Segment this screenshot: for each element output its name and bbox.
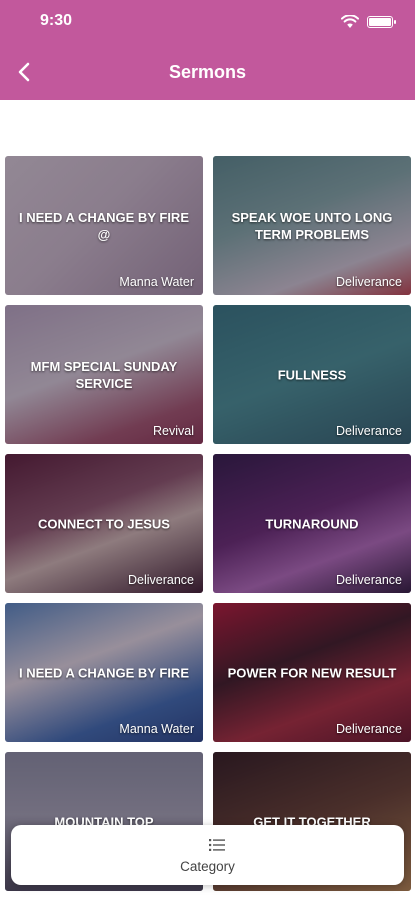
sermon-card[interactable]: FULLNESS Deliverance: [213, 305, 411, 444]
sermon-category: Manna Water: [119, 722, 194, 736]
sermon-title: POWER FOR NEW RESULT: [227, 665, 397, 680]
sermon-category: Revival: [153, 424, 194, 438]
sermon-category: Deliverance: [335, 275, 402, 289]
status-icons: [341, 15, 396, 29]
wifi-icon: [341, 15, 359, 28]
sermon-category: Deliverance: [335, 424, 402, 438]
sermon-title: TURNAROUND: [265, 516, 359, 531]
sermon-card[interactable]: MFM SPECIAL SUNDAY SERVICE Revival: [5, 305, 203, 444]
sermon-title: I NEED A CHANGE BY FIRE: [19, 665, 189, 680]
sermon-card[interactable]: I NEED A CHANGE BY FIRE Manna Water: [5, 603, 203, 742]
sermon-title: MFM SPECIAL SUNDAY SERVICE: [30, 358, 178, 391]
sermon-category: Manna Water: [119, 275, 194, 289]
sermon-card[interactable]: TURNAROUND Deliverance: [213, 454, 411, 593]
sermon-title: SPEAK WOE UNTO LONG TERM PROBLEMS: [231, 209, 393, 242]
sermon-card[interactable]: SPEAK WOE UNTO LONG TERM PROBLEMS Delive…: [213, 156, 411, 295]
sermon-card[interactable]: I NEED A CHANGE BY FIRE @ Manna Water: [5, 156, 203, 295]
sermon-card[interactable]: POWER FOR NEW RESULT Deliverance: [213, 603, 411, 742]
sermon-category: Deliverance: [127, 573, 194, 587]
battery-icon: [367, 16, 396, 28]
sermon-title: FULLNESS: [277, 367, 347, 382]
category-label: Category: [180, 859, 235, 874]
sermon-title: CONNECT TO JESUS: [38, 516, 170, 531]
category-button[interactable]: Category: [11, 825, 404, 885]
page-title: Sermons: [168, 62, 247, 82]
app-bar: 9:30 Sermons: [0, 0, 415, 100]
status-bar: 9:30: [0, 12, 415, 34]
sermon-title: I NEED A CHANGE BY FIRE @: [19, 209, 189, 242]
status-time: 9:30: [40, 12, 73, 29]
sermon-category: Deliverance: [335, 722, 402, 736]
list-icon: [209, 839, 225, 851]
sermon-card[interactable]: CONNECT TO JESUS Deliverance: [5, 454, 203, 593]
sermon-category: Deliverance: [335, 573, 402, 587]
